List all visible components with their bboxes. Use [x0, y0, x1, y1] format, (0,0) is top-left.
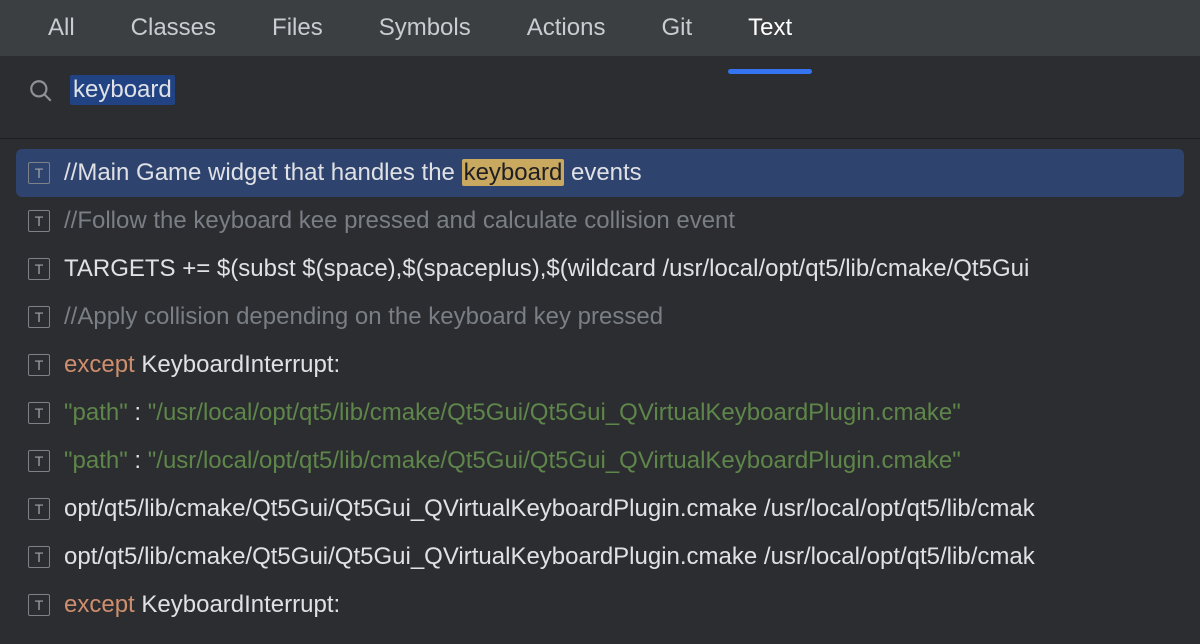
search-query-selected: keyboard	[70, 75, 175, 105]
result-row[interactable]: T //Main Game widget that handles the key…	[16, 149, 1184, 197]
result-text: except KeyboardInterrupt:	[64, 591, 340, 619]
result-text: opt/qt5/lib/cmake/Qt5Gui/Qt5Gui_QVirtual…	[64, 543, 1035, 571]
result-row[interactable]: T TARGETS += $(subst $(space),$(spaceplus…	[0, 245, 1200, 293]
text-file-icon: T	[28, 354, 50, 376]
text-file-icon: T	[28, 450, 50, 472]
text-file-icon: T	[28, 546, 50, 568]
tab-git[interactable]: Git	[633, 0, 720, 56]
result-row[interactable]: T //Apply collision depending on the keyb…	[0, 293, 1200, 341]
result-row[interactable]: Texcept KeyboardInterrupt:	[0, 581, 1200, 629]
text-file-icon: T	[28, 402, 50, 424]
text-file-icon: T	[28, 162, 50, 184]
search-row: keyboard	[0, 56, 1200, 126]
result-text: //Apply collision depending on the keybo…	[64, 303, 663, 331]
result-text: //Main Game widget that handles the keyb…	[64, 159, 642, 187]
search-tabs: AllClassesFilesSymbolsActionsGitText	[0, 0, 1200, 56]
result-row[interactable]: T //Follow the keyboard kee pressed and c…	[0, 197, 1200, 245]
text-file-icon: T	[28, 258, 50, 280]
tab-files[interactable]: Files	[244, 0, 351, 56]
text-file-icon: T	[28, 210, 50, 232]
tab-all[interactable]: All	[20, 0, 103, 56]
result-text: "path" : "/usr/local/opt/qt5/lib/cmake/Q…	[64, 447, 961, 475]
tab-actions[interactable]: Actions	[499, 0, 634, 56]
result-text: except KeyboardInterrupt:	[64, 351, 340, 379]
search-input[interactable]: keyboard	[70, 76, 1172, 106]
result-row[interactable]: Topt/qt5/lib/cmake/Qt5Gui/Qt5Gui_QVirtua…	[0, 485, 1200, 533]
text-file-icon: T	[28, 594, 50, 616]
result-row[interactable]: T "path" : "/usr/local/opt/qt5/lib/cmake/…	[0, 389, 1200, 437]
result-row[interactable]: T "path" : "/usr/local/opt/qt5/lib/cmake/…	[0, 437, 1200, 485]
tab-classes[interactable]: Classes	[103, 0, 244, 56]
search-results: T //Main Game widget that handles the key…	[0, 139, 1200, 629]
tab-text[interactable]: Text	[720, 0, 820, 56]
text-file-icon: T	[28, 306, 50, 328]
result-row[interactable]: Texcept KeyboardInterrupt:	[0, 341, 1200, 389]
text-file-icon: T	[28, 498, 50, 520]
text-caret	[174, 76, 176, 106]
result-text: opt/qt5/lib/cmake/Qt5Gui/Qt5Gui_QVirtual…	[64, 495, 1035, 523]
result-row[interactable]: Topt/qt5/lib/cmake/Qt5Gui/Qt5Gui_QVirtua…	[0, 533, 1200, 581]
result-text: TARGETS += $(subst $(space),$(spaceplus)…	[64, 255, 1029, 283]
tab-symbols[interactable]: Symbols	[351, 0, 499, 56]
result-text: "path" : "/usr/local/opt/qt5/lib/cmake/Q…	[64, 399, 961, 427]
search-icon	[28, 78, 54, 104]
result-text: //Follow the keyboard kee pressed and ca…	[64, 207, 735, 235]
